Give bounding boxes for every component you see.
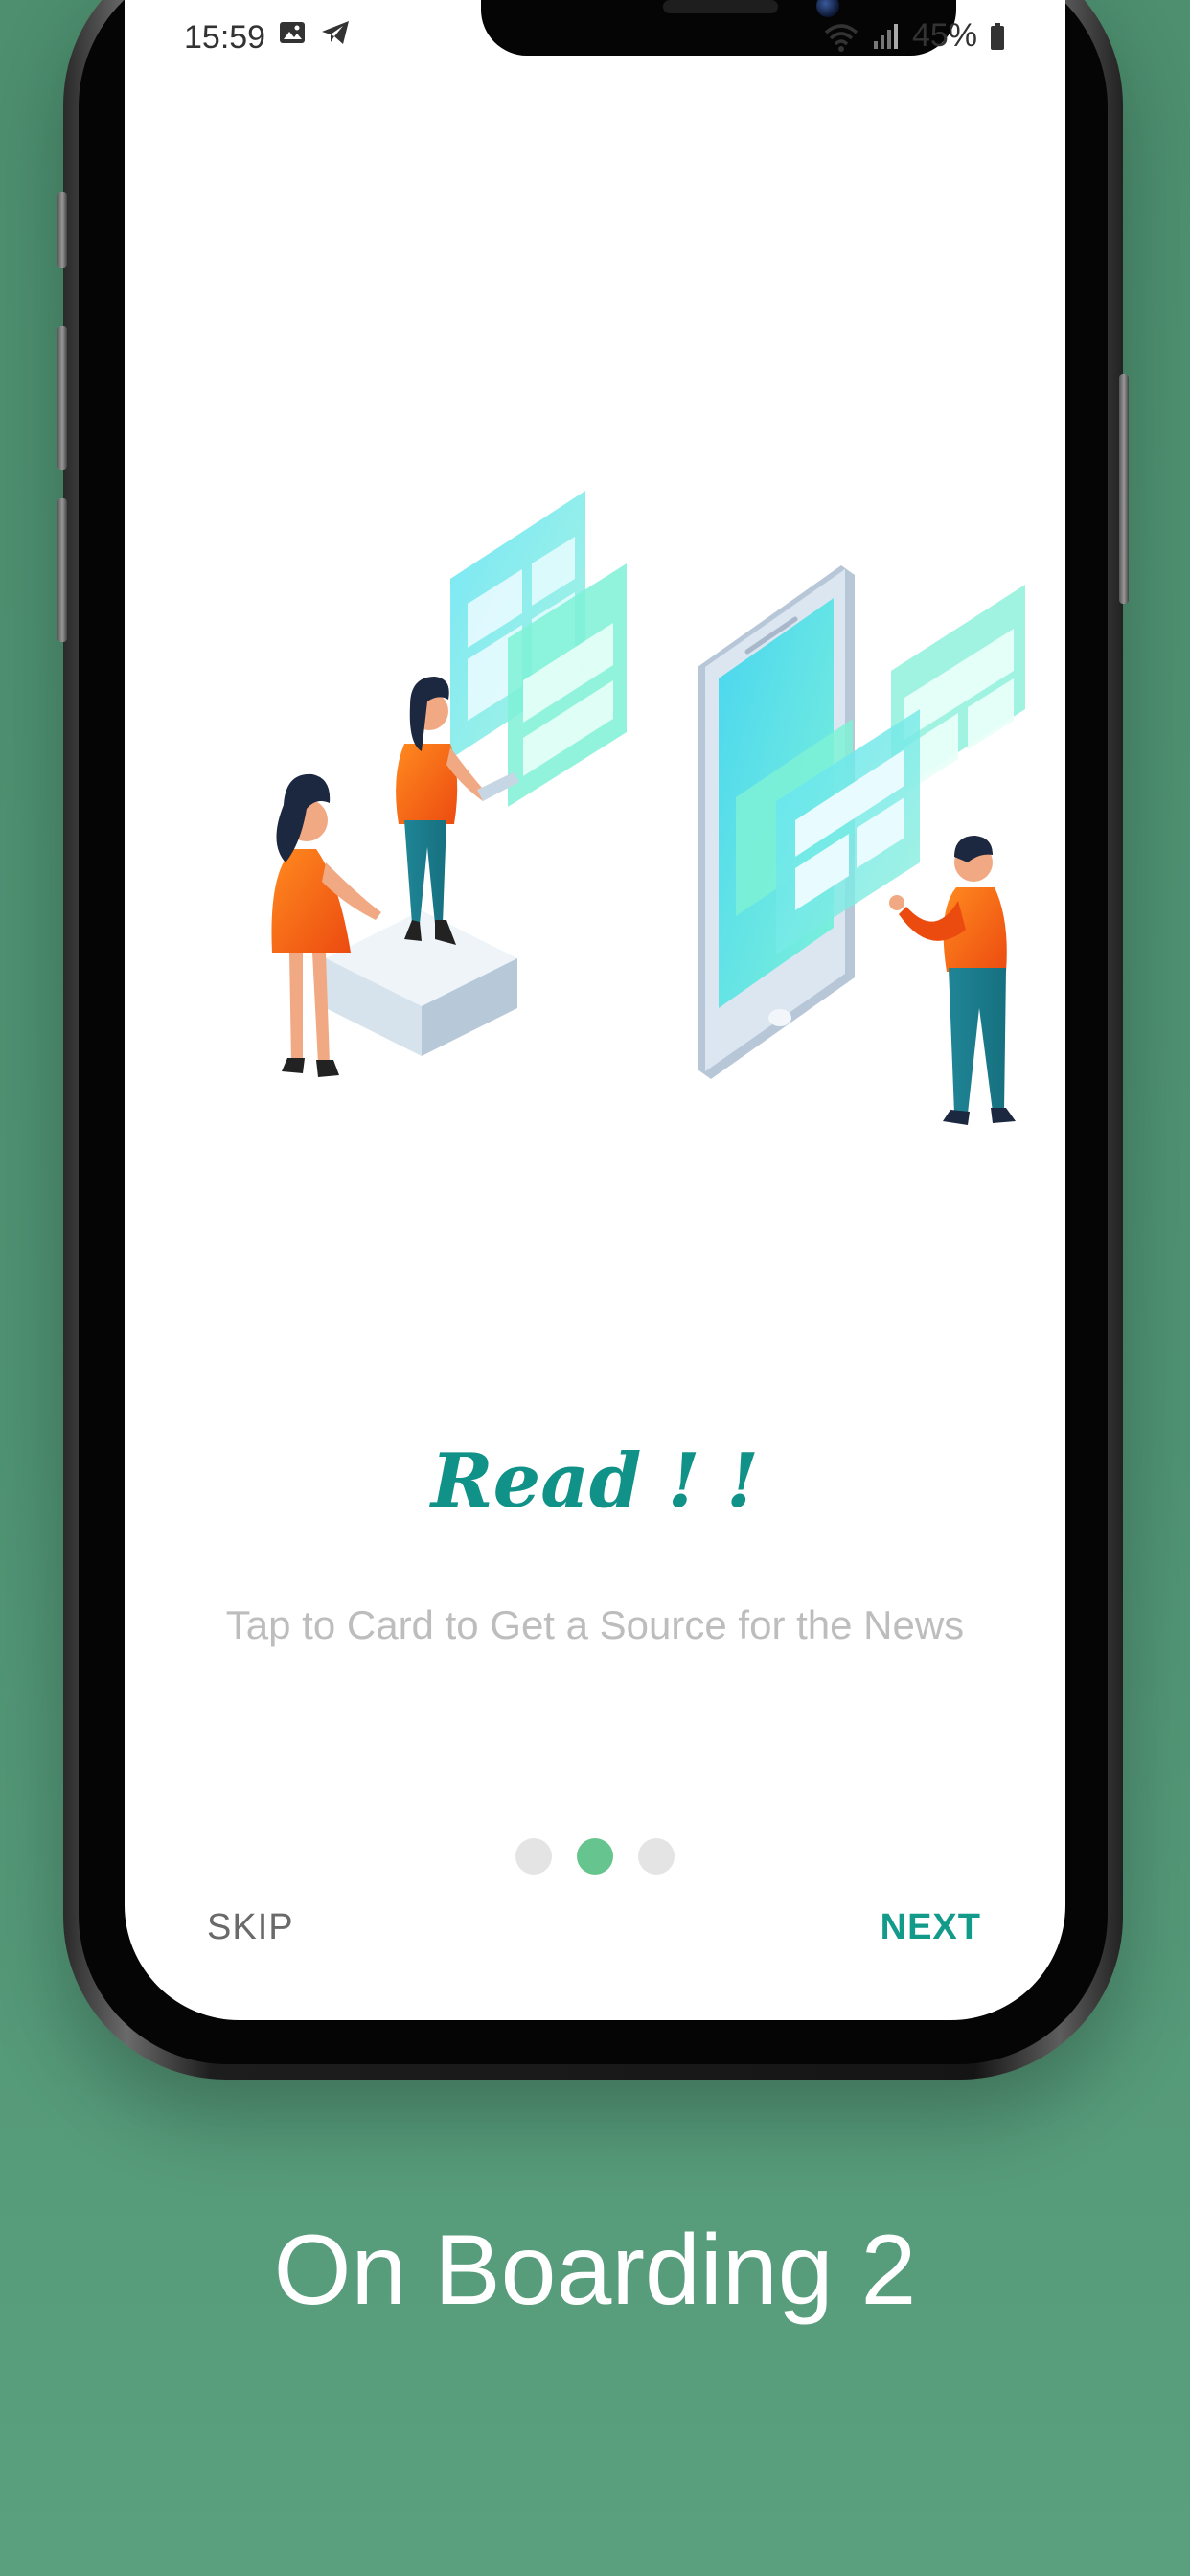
onboarding-illustration: [271, 491, 1025, 1125]
volume-up-button: [57, 326, 67, 470]
skip-button[interactable]: SKIP: [207, 1907, 294, 1948]
wifi-icon: [824, 23, 858, 52]
signal-icon: [873, 23, 898, 49]
page-dot-1[interactable]: [515, 1838, 552, 1874]
screen-caption: On Boarding 2: [273, 2215, 917, 2326]
onboarding-subtitle: Tap to Card to Get a Source for the News: [225, 1602, 965, 1647]
battery-percentage: 45%: [911, 17, 977, 54]
power-button: [1119, 374, 1129, 604]
platform-box: [326, 910, 517, 1056]
battery-icon: [991, 22, 1004, 50]
app-screen: 15:59 45% Read ! ! Tap to Card to Get a …: [125, 0, 1065, 2020]
status-bar: 15:59 45%: [125, 0, 1065, 77]
status-icons-right: 45%: [822, 17, 1006, 55]
page-dot-2-active[interactable]: [577, 1838, 613, 1874]
page-dot-3[interactable]: [638, 1838, 675, 1874]
status-icons-left: [278, 19, 351, 46]
volume-down-button: [57, 498, 67, 642]
status-time: 15:59: [184, 19, 266, 56]
next-button[interactable]: NEXT: [881, 1907, 981, 1948]
page-indicator: [125, 1838, 1065, 1874]
image-icon: [280, 22, 305, 43]
man-right-figure: [889, 836, 1016, 1125]
telegram-icon: [322, 21, 349, 44]
onboarding-title: Read ! !: [430, 1438, 760, 1525]
mute-switch: [57, 192, 67, 268]
woman-left-figure: [271, 773, 381, 1077]
